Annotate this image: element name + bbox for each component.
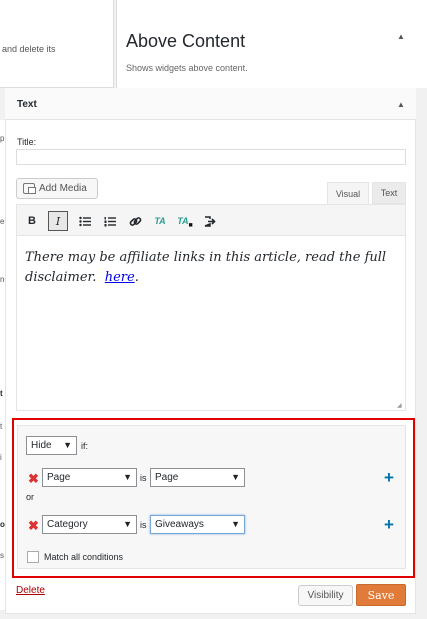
background-fragment: p xyxy=(0,134,5,143)
background-fragment: i xyxy=(0,453,2,462)
ta-lock-icon[interactable]: TA ■ xyxy=(175,211,195,231)
tab-text[interactable]: Text xyxy=(372,182,406,204)
highlight-box xyxy=(12,418,415,578)
widget-collapse-icon[interactable]: ▲ xyxy=(397,100,405,109)
ta-lock-label: TA xyxy=(177,216,189,226)
add-media-button[interactable]: Add Media xyxy=(16,178,98,199)
resize-handle-icon[interactable]: ◢ xyxy=(397,402,402,409)
sidebar-collapse-icon[interactable]: ▲ xyxy=(397,32,405,41)
editor-content[interactable]: There may be affiliate links in this art… xyxy=(25,248,395,288)
lock-icon: ■ xyxy=(188,221,193,229)
widget-title: Text xyxy=(17,99,37,110)
background-widget-text: and delete its xyxy=(2,44,56,54)
save-button[interactable]: Save xyxy=(356,584,406,606)
italic-button[interactable]: I xyxy=(48,211,68,231)
numbered-list-icon[interactable] xyxy=(100,211,120,231)
exit-icon[interactable] xyxy=(200,211,220,231)
visibility-button[interactable]: Visibility xyxy=(298,585,353,606)
ta-icon[interactable]: TA xyxy=(150,211,170,231)
content-link[interactable]: here xyxy=(105,270,135,285)
tab-visual[interactable]: Visual xyxy=(327,182,369,204)
bold-button[interactable]: B xyxy=(22,211,42,231)
add-media-label: Add Media xyxy=(39,183,87,194)
link-icon[interactable] xyxy=(125,211,145,231)
content-text: There may be affiliate links in this art… xyxy=(25,250,387,285)
background-fragment: t xyxy=(0,422,3,431)
background-fragment: e xyxy=(0,217,5,226)
media-icon xyxy=(23,183,36,194)
background-fragment: t xyxy=(0,389,3,398)
title-input[interactable] xyxy=(16,149,406,165)
bulleted-list-icon[interactable] xyxy=(75,211,95,231)
sidebar-description: Shows widgets above content. xyxy=(126,63,248,73)
title-label: Title: xyxy=(17,137,37,147)
content-suffix: . xyxy=(134,270,139,285)
delete-link[interactable]: Delete xyxy=(16,585,45,596)
background-fragment: s xyxy=(0,551,4,560)
sidebar-title: Above Content xyxy=(126,31,246,51)
widget-header[interactable] xyxy=(5,88,416,120)
